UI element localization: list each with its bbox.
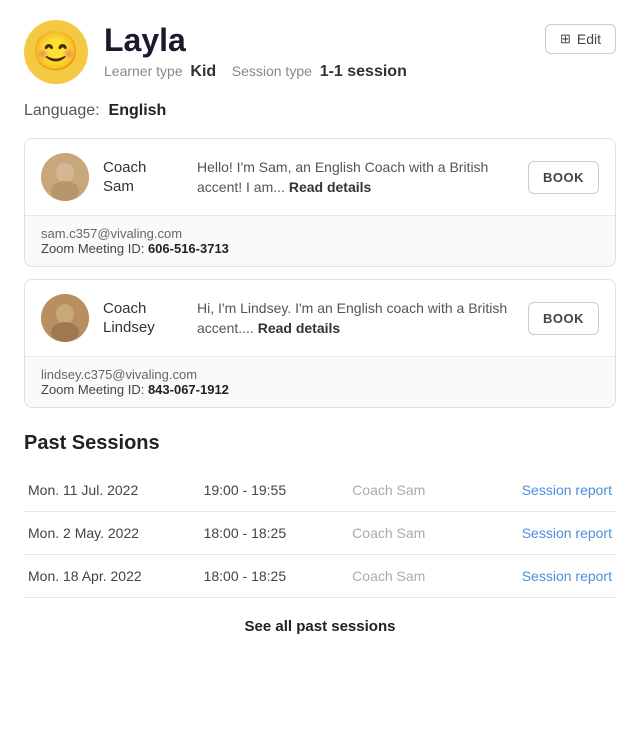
session-time-3: 18:00 - 18:25 [200,555,349,598]
past-sessions-title: Past Sessions [24,432,616,455]
coach-lindsey-bio-text: Hi, I'm Lindsey. I'm an English coach wi… [197,300,507,336]
language-value: English [109,102,167,119]
coach-lindsey-bio: Hi, I'm Lindsey. I'm an English coach wi… [197,298,514,339]
main-page: 😊 Layla Learner type Kid Session type 1-… [0,0,640,741]
session-date-2: Mon. 2 May. 2022 [24,512,200,555]
coach-lindsey-main: CoachLindsey Hi, I'm Lindsey. I'm an Eng… [25,280,615,356]
header: 😊 Layla Learner type Kid Session type 1-… [24,20,616,84]
coach-sam-read-details[interactable]: Read details [289,179,371,195]
session-date-3: Mon. 18 Apr. 2022 [24,555,200,598]
language-section: Language: English [24,102,616,120]
see-all-button[interactable]: See all past sessions [245,618,396,635]
session-date-1: Mon. 11 Jul. 2022 [24,469,200,512]
edit-button-label: Edit [577,31,601,47]
session-report-1[interactable]: Session report [483,469,616,512]
session-coach-2: Coach Sam [348,512,483,555]
language-label: Language: English [24,102,166,119]
session-report-3[interactable]: Session report [483,555,616,598]
coach-lindsey-details: lindsey.c375@vivaling.com Zoom Meeting I… [25,356,615,407]
session-time-2: 18:00 - 18:25 [200,512,349,555]
session-type-label: Session type [232,63,312,79]
coach-sam-zoom-label: Zoom Meeting ID: [41,241,144,256]
coach-sam-zoom-id: 606-516-3713 [148,241,229,256]
coach-lindsey-zoom-id: 843-067-1912 [148,382,229,397]
coach-lindsey-read-details[interactable]: Read details [258,320,340,336]
coach-sam-title: CoachSam [103,159,146,196]
learner-avatar: 😊 [24,20,88,84]
read-details-label: Read details [289,179,371,195]
session-report-link-3[interactable]: Session report [522,568,612,584]
coach-lindsey-zoom: Zoom Meeting ID: 843-067-1912 [41,382,599,397]
edit-button[interactable]: ⊞ Edit [545,24,616,54]
session-report-link-2[interactable]: Session report [522,525,612,541]
coach-sam-book-button[interactable]: BOOK [528,161,599,194]
header-meta: Learner type Kid Session type 1-1 sessio… [104,63,407,81]
coach-sam-avatar [41,153,89,201]
coach-sam-main: CoachSam Hello! I'm Sam, an English Coac… [25,139,615,215]
session-time-1: 19:00 - 19:55 [200,469,349,512]
session-type-value: 1-1 session [320,63,407,80]
learner-name: Layla [104,23,407,58]
language-prefix: Language: [24,102,100,119]
header-info: Layla Learner type Kid Session type 1-1 … [104,23,407,80]
table-row: Mon. 2 May. 2022 18:00 - 18:25 Coach Sam… [24,512,616,555]
session-report-link-1[interactable]: Session report [522,482,612,498]
see-all-row: See all past sessions [24,598,616,642]
coach-sam-bio: Hello! I'm Sam, an English Coach with a … [197,157,514,198]
past-sessions-section: Past Sessions Mon. 11 Jul. 2022 19:00 - … [24,432,616,642]
table-row: Mon. 18 Apr. 2022 18:00 - 18:25 Coach Sa… [24,555,616,598]
sessions-table: Mon. 11 Jul. 2022 19:00 - 19:55 Coach Sa… [24,469,616,598]
header-left: 😊 Layla Learner type Kid Session type 1-… [24,20,407,84]
coach-sam-email: sam.c357@vivaling.com [41,226,599,241]
coach-card-sam: CoachSam Hello! I'm Sam, an English Coac… [24,138,616,267]
coach-sam-avatar-img [41,153,89,201]
coach-lindsey-avatar [41,294,89,342]
session-report-2[interactable]: Session report [483,512,616,555]
learner-type-label: Learner type [104,63,183,79]
avatar-emoji-icon: 😊 [32,30,79,74]
coach-lindsey-avatar-img [41,294,89,342]
coach-lindsey-zoom-label: Zoom Meeting ID: [41,382,144,397]
coach-lindsey-name-block: CoachLindsey [103,299,183,338]
coach-card-lindsey: CoachLindsey Hi, I'm Lindsey. I'm an Eng… [24,279,616,408]
coach-lindsey-book-button[interactable]: BOOK [528,302,599,335]
session-coach-3: Coach Sam [348,555,483,598]
session-coach-1: Coach Sam [348,469,483,512]
coach-lindsey-email: lindsey.c375@vivaling.com [41,367,599,382]
coach-sam-details: sam.c357@vivaling.com Zoom Meeting ID: 6… [25,215,615,266]
table-row: Mon. 11 Jul. 2022 19:00 - 19:55 Coach Sa… [24,469,616,512]
coach-sam-zoom: Zoom Meeting ID: 606-516-3713 [41,241,599,256]
read-details-label-lindsey: Read details [258,320,340,336]
edit-icon: ⊞ [560,31,571,47]
coach-sam-name-block: CoachSam [103,158,183,197]
learner-type-value: Kid [190,63,216,80]
coach-lindsey-title: CoachLindsey [103,300,155,337]
